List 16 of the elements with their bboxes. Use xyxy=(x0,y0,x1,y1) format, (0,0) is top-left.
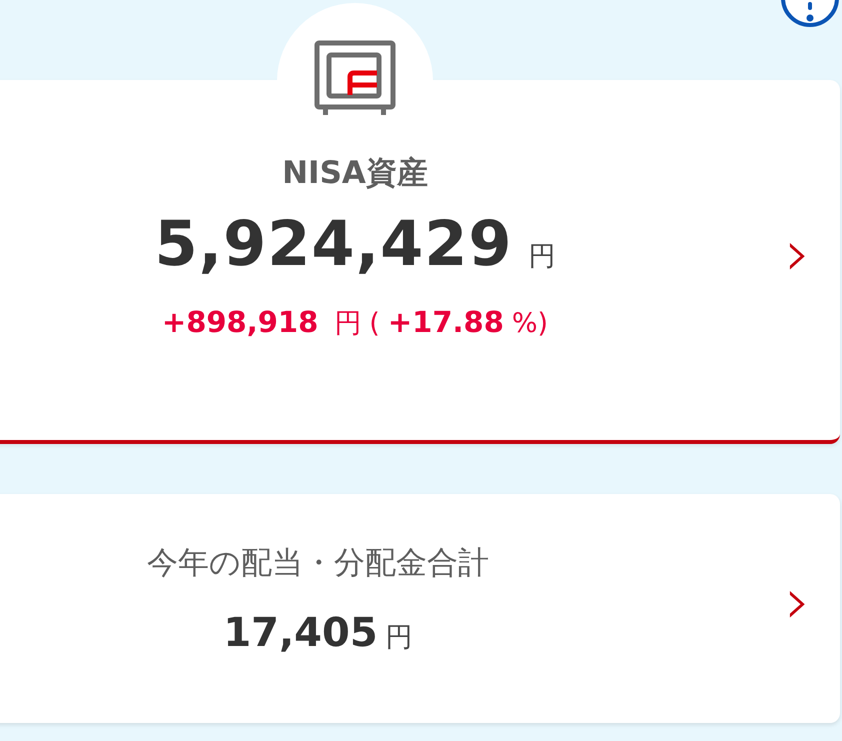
gain-amount: +898,918 xyxy=(162,304,318,341)
dividend-amount: 17,405 xyxy=(223,608,378,658)
percent-unit: % xyxy=(512,307,538,341)
parenthesis: ) xyxy=(538,307,548,341)
asset-amount: 5,924,429 xyxy=(154,212,513,274)
nisa-card[interactable] xyxy=(0,80,840,444)
parenthesis: ( xyxy=(369,307,380,341)
currency-unit: 円 xyxy=(334,307,362,341)
gain-percent: +17.88 xyxy=(388,304,504,341)
currency-unit: 円 xyxy=(528,240,556,274)
currency-unit: 円 xyxy=(386,620,413,654)
card-title: NISA資産 xyxy=(282,154,428,193)
chevron-icon[interactable]: › xyxy=(785,570,811,634)
dividend-card[interactable] xyxy=(0,494,840,723)
card-title: 今年の配当・分配金合計 xyxy=(147,544,489,583)
chevron-icon[interactable]: › xyxy=(785,222,811,286)
